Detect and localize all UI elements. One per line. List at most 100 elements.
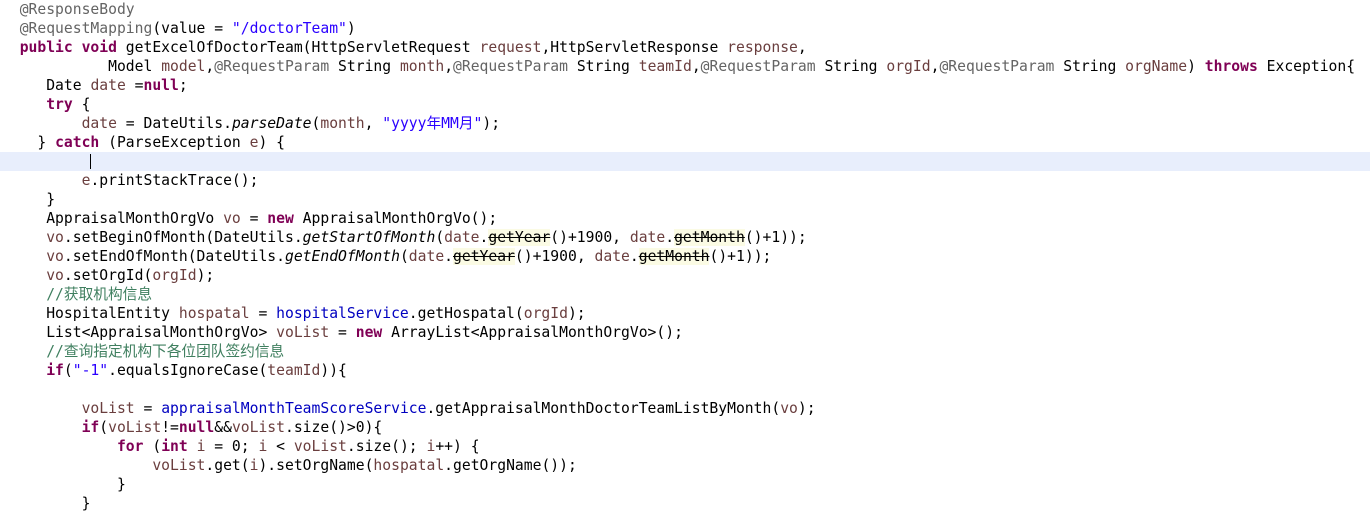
code-token-anno: @RequestParam xyxy=(700,58,816,75)
code-token-param: teamId xyxy=(267,362,321,379)
code-line[interactable] xyxy=(0,152,1370,171)
text-caret xyxy=(90,154,91,169)
code-token-plain: . xyxy=(665,229,675,246)
code-line[interactable]: voList = appraisalMonthTeamScoreService.… xyxy=(0,399,1370,418)
code-token-plain: } xyxy=(81,495,91,512)
code-line[interactable]: List<AppraisalMonthOrgVo> voList = new A… xyxy=(0,323,1370,342)
code-token-plain: < xyxy=(267,438,294,455)
code-token-plain: , xyxy=(205,58,215,75)
code-token-plain: ()+1900, xyxy=(550,229,630,246)
code-line[interactable]: vo.setOrgId(orgId); xyxy=(0,266,1370,285)
code-token-local: i xyxy=(258,438,268,455)
code-token-plain: ); xyxy=(482,115,501,132)
code-token-stat: getStartOfMonth xyxy=(302,229,436,246)
code-token-plain: = 0; xyxy=(205,438,259,455)
code-token-param: orgId xyxy=(886,58,931,75)
code-line[interactable]: date = DateUtils.parseDate(month, "yyyy年… xyxy=(0,114,1370,133)
code-token-kw: void xyxy=(81,39,117,56)
code-token-kw: int xyxy=(161,438,188,455)
code-line[interactable]: Model model,@RequestParam String month,@… xyxy=(0,57,1370,76)
code-line[interactable]: } xyxy=(0,494,1370,513)
code-token-plain: ()+1900, xyxy=(514,248,595,265)
code-token-local: vo xyxy=(780,400,798,417)
code-token-plain: Exception{ xyxy=(1257,58,1356,75)
code-line[interactable]: if("-1".equalsIgnoreCase(teamId)){ xyxy=(0,361,1370,380)
code-line[interactable]: if(voList!=null&&voList.size()>0){ xyxy=(0,418,1370,437)
code-token-plain: (ParseException xyxy=(99,134,250,151)
code-token-str: "yyyy年MM月" xyxy=(382,115,483,132)
code-token-kw: for xyxy=(116,438,144,455)
code-token-kw: null xyxy=(178,419,215,436)
code-token-kw: null xyxy=(143,77,179,94)
code-token-plain: .getOrgName()); xyxy=(444,457,577,474)
code-line[interactable]: @RequestMapping(value = "/doctorTeam") xyxy=(0,19,1370,38)
code-token-kw: try xyxy=(46,96,73,113)
code-token-plain: ()+1)); xyxy=(709,248,772,265)
code-editor-viewport[interactable]: @ResponseBody @RequestMapping(value = "/… xyxy=(0,0,1370,521)
code-token-plain: = xyxy=(329,324,356,341)
code-token-param: teamId xyxy=(638,58,692,75)
code-token-plain: Date xyxy=(46,77,91,94)
code-token-plain: .setBeginOfMonth(DateUtils. xyxy=(63,229,303,246)
code-token-str: "/doctorTeam" xyxy=(231,20,347,37)
code-token-local: hospatal xyxy=(178,305,250,322)
code-line[interactable]: voList.get(i).setOrgName(hospatal.getOrg… xyxy=(0,456,1370,475)
code-line[interactable]: } catch (ParseException e) { xyxy=(0,133,1370,152)
code-token-local: vo xyxy=(223,210,241,227)
code-line[interactable]: //查询指定机构下各位团队签约信息 xyxy=(0,342,1370,361)
code-token-param: orgId xyxy=(523,305,568,322)
code-line[interactable]: for (int i = 0; i < voList.size(); i++) … xyxy=(0,437,1370,456)
code-line[interactable] xyxy=(0,380,1370,399)
code-line[interactable]: //获取机构信息 xyxy=(0,285,1370,304)
code-token-kw: if xyxy=(46,362,64,379)
code-token-plain: .setOrgId( xyxy=(63,267,153,284)
code-token-plain: . xyxy=(444,248,454,265)
code-token-param: orgName xyxy=(1125,58,1188,75)
code-line[interactable]: vo.setEndOfMonth(DateUtils.getEndOfMonth… xyxy=(0,247,1370,266)
code-token-plain: .get( xyxy=(205,457,250,474)
code-token-plain: ).setOrgName( xyxy=(258,457,374,474)
code-token-plain: ) xyxy=(346,20,356,37)
code-token-dep: getYear xyxy=(488,229,551,246)
code-token-plain: ( xyxy=(399,248,409,265)
code-token-plain: String xyxy=(815,58,887,75)
code-token-local: voList xyxy=(231,419,285,436)
code-line[interactable]: Date date =null; xyxy=(0,76,1370,95)
code-token-plain: { xyxy=(72,96,91,113)
code-line[interactable]: vo.setBeginOfMonth(DateUtils.getStartOfM… xyxy=(0,228,1370,247)
code-token-plain: ( xyxy=(143,438,162,455)
code-line[interactable]: e.printStackTrace(); xyxy=(0,171,1370,190)
code-line[interactable]: @ResponseBody xyxy=(0,0,1370,19)
code-line[interactable]: } xyxy=(0,475,1370,494)
code-token-plain: (value = xyxy=(152,20,232,37)
code-line[interactable]: } xyxy=(0,190,1370,209)
code-line[interactable]: HospitalEntity hospatal = hospitalServic… xyxy=(0,304,1370,323)
code-line[interactable]: try { xyxy=(0,95,1370,114)
code-token-local: date xyxy=(594,248,630,265)
code-token-plain: = DateUtils. xyxy=(116,115,232,132)
code-token-plain: .setEndOfMonth(DateUtils. xyxy=(63,248,285,265)
code-token-str: "-1" xyxy=(72,362,109,379)
code-token-local: vo xyxy=(46,248,64,265)
code-token-plain: HospitalEntity xyxy=(46,305,179,322)
code-token-plain: ArrayList<AppraisalMonthOrgVo>(); xyxy=(382,324,683,341)
code-token-local: date xyxy=(408,248,445,265)
code-token-plain: ; xyxy=(178,77,188,94)
code-token-stat: parseDate xyxy=(231,115,312,132)
code-line[interactable]: public void getExcelOfDoctorTeam(HttpSer… xyxy=(0,38,1370,57)
code-token-plain: ) { xyxy=(258,134,285,151)
code-token-plain: ()+1)); xyxy=(744,229,807,246)
code-line[interactable]: AppraisalMonthOrgVo vo = new AppraisalMo… xyxy=(0,209,1370,228)
